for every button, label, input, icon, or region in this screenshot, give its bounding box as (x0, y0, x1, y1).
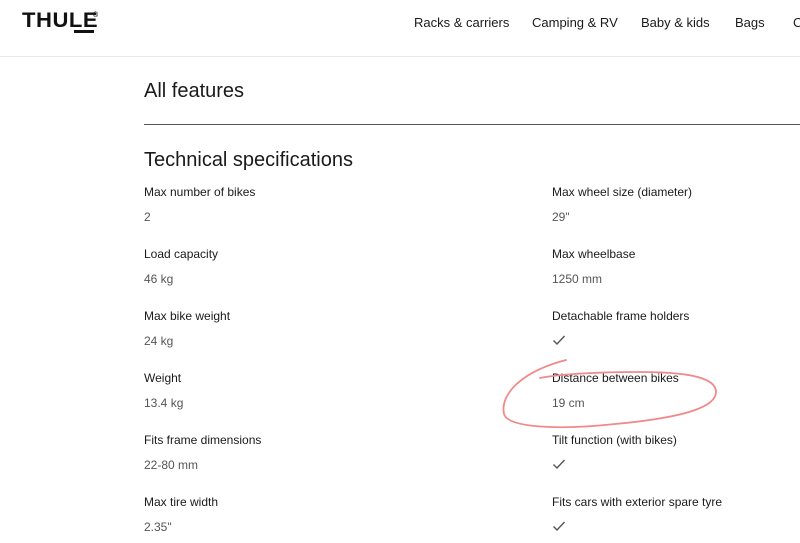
site-header: THULE ® Racks & carriers Camping & RV Ba… (0, 0, 800, 57)
all-features-heading[interactable]: All features (144, 79, 244, 103)
spec-value: 13.4 kg (144, 396, 184, 410)
spec-max-tire-width: Max tire width 2.35" (144, 495, 218, 534)
spec-label: Distance between bikes (552, 371, 679, 385)
spec-label: Max number of bikes (144, 185, 256, 199)
spec-max-wheelbase: Max wheelbase 1250 mm (552, 247, 635, 286)
spec-value: 2.35" (144, 520, 172, 534)
spec-label: Tilt function (with bikes) (552, 433, 677, 447)
spec-value: 46 kg (144, 272, 174, 286)
spec-max-bike-weight: Max bike weight 24 kg (144, 309, 230, 348)
nav-item-camping-rv[interactable]: Camping & RV (532, 14, 618, 32)
spec-detachable-frame-holders: Detachable frame holders (552, 309, 689, 346)
checkmark-icon (553, 335, 566, 346)
product-page: THULE ® Racks & carriers Camping & RV Ba… (0, 0, 800, 543)
section-divider (144, 124, 800, 125)
hand-drawn-circle-annotation (502, 359, 717, 429)
spec-value: 24 kg (144, 334, 174, 348)
technical-specifications-heading: Technical specifications (144, 149, 353, 171)
checkmark-icon (553, 521, 566, 532)
spec-label: Detachable frame holders (552, 309, 690, 323)
spec-label: Max wheelbase (552, 247, 636, 261)
nav-item-truncated[interactable]: C (793, 14, 800, 32)
spec-label: Max bike weight (144, 309, 231, 323)
spec-label: Max tire width (144, 495, 219, 509)
nav-item-baby-kids[interactable]: Baby & kids (641, 14, 710, 32)
spec-max-wheel-size: Max wheel size (diameter) 29" (552, 185, 692, 224)
nav-item-racks-carriers[interactable]: Racks & carriers (414, 14, 509, 32)
spec-label: Load capacity (144, 247, 219, 261)
spec-value: 1250 mm (552, 272, 603, 286)
spec-label: Weight (144, 371, 182, 385)
spec-value: 2 (144, 210, 151, 224)
spec-value: 19 cm (552, 396, 585, 410)
spec-weight: Weight 13.4 kg (144, 371, 183, 410)
spec-label: Max wheel size (diameter) (552, 185, 693, 199)
spec-value: 22-80 mm (144, 458, 199, 472)
spec-max-number-of-bikes: Max number of bikes 2 (144, 185, 255, 224)
spec-distance-between-bikes: Distance between bikes 19 cm (552, 371, 679, 410)
spec-label: Fits frame dimensions (144, 433, 262, 447)
checkmark-icon (553, 459, 566, 470)
spec-tilt-function: Tilt function (with bikes) (552, 433, 677, 470)
spec-value: 29" (552, 210, 570, 224)
nav-item-bags[interactable]: Bags (735, 14, 765, 32)
spec-fits-exterior-spare-tyre: Fits cars with exterior spare tyre (552, 495, 722, 532)
main-navigation: Racks & carriers Camping & RV Baby & kid… (0, 14, 800, 34)
spec-label: Fits cars with exterior spare tyre (552, 495, 723, 509)
spec-load-capacity: Load capacity 46 kg (144, 247, 218, 286)
spec-fits-frame-dimensions: Fits frame dimensions 22-80 mm (144, 433, 261, 472)
